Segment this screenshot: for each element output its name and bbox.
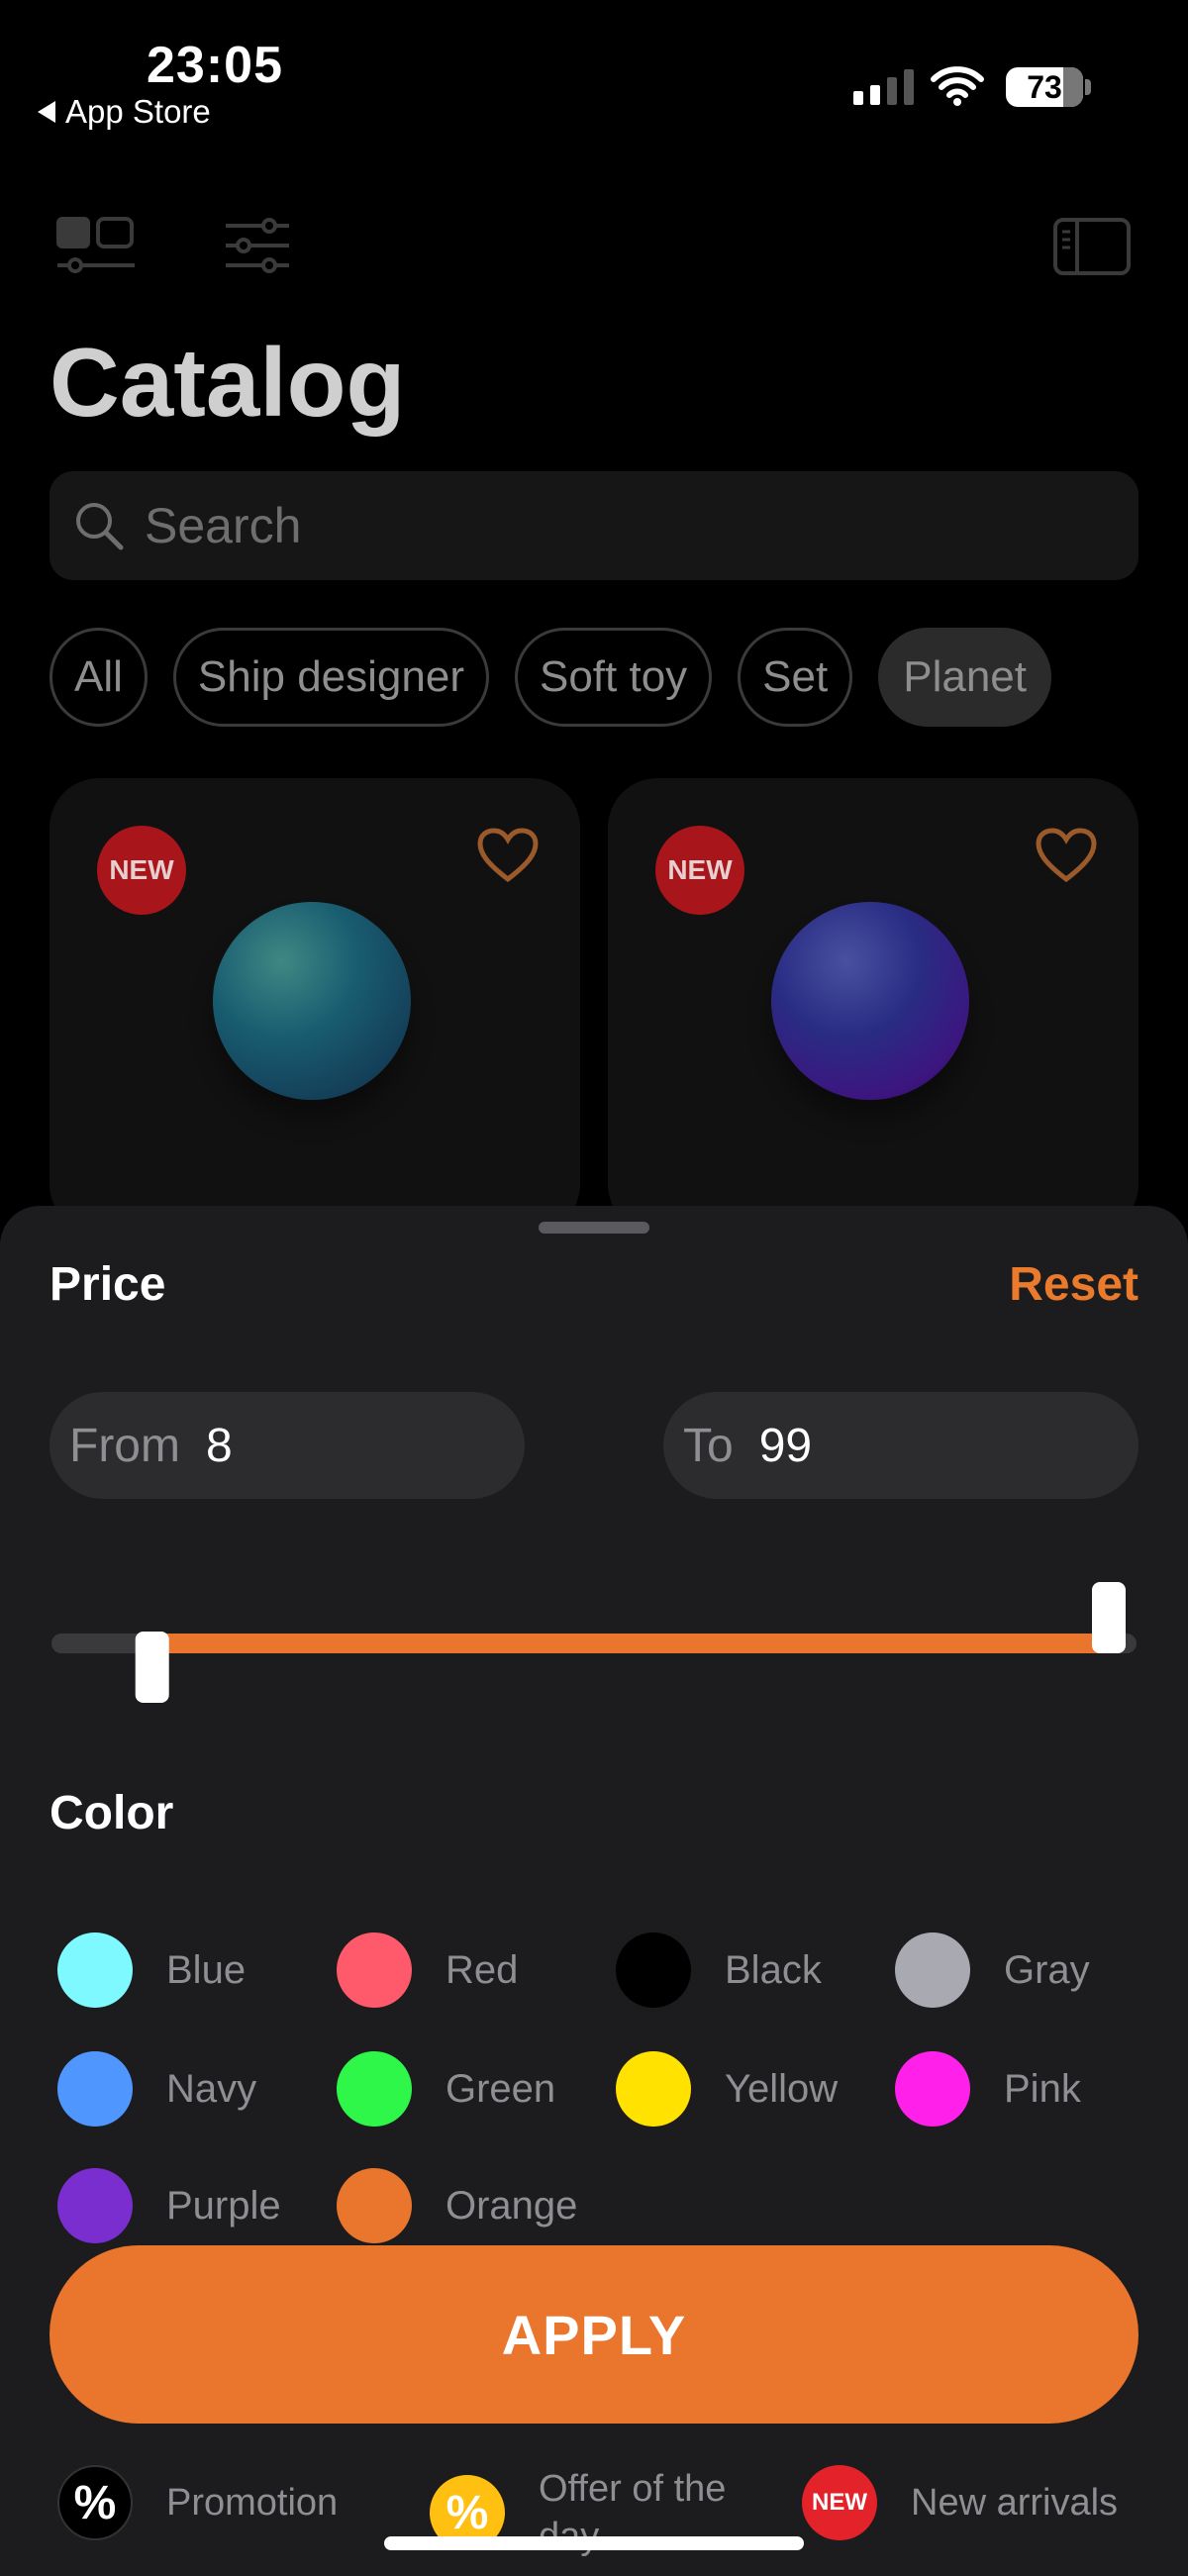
badge-option-new-arrivals[interactable]: NEW New arrivals <box>802 2465 1118 2540</box>
filter-sliders-icon[interactable] <box>224 218 291 273</box>
status-bar: 23:05 App Store 73 <box>0 0 1188 139</box>
color-option-pink[interactable]: Pink <box>895 2051 1081 2127</box>
color-title: Color <box>50 1787 174 1839</box>
badge-label: Promotion <box>166 2481 339 2524</box>
status-time: 23:05 <box>147 37 283 94</box>
color-swatch <box>337 2051 412 2127</box>
search-input[interactable]: Search <box>50 471 1138 580</box>
price-to-label: To <box>683 1419 734 1472</box>
sidebar-icon[interactable] <box>1053 218 1131 275</box>
battery-tip <box>1085 79 1091 95</box>
price-range-slider[interactable] <box>50 1574 1138 1713</box>
heart-icon[interactable] <box>477 828 539 883</box>
battery-level: 73 <box>1027 68 1062 105</box>
badge-label: New arrivals <box>911 2481 1119 2524</box>
color-swatch <box>337 2168 412 2243</box>
color-swatch <box>616 2051 691 2127</box>
price-from-label: From <box>69 1419 180 1472</box>
color-label: Blue <box>166 1947 247 1992</box>
new-icon: NEW <box>802 2465 877 2540</box>
color-swatch <box>57 2051 133 2127</box>
price-from-field[interactable]: From 8 <box>50 1392 525 1499</box>
color-option-gray[interactable]: Gray <box>895 1932 1090 2008</box>
chip-all[interactable]: All <box>50 628 148 727</box>
chip-ship-designer[interactable]: Ship designer <box>172 628 489 727</box>
color-option-purple[interactable]: Purple <box>57 2168 281 2243</box>
color-label: Navy <box>166 2066 257 2111</box>
color-swatch <box>57 1932 133 2008</box>
price-from-value: 8 <box>205 1419 233 1472</box>
color-option-orange[interactable]: Orange <box>337 2168 577 2243</box>
color-label: Green <box>446 2066 556 2111</box>
heart-icon[interactable] <box>1036 828 1097 883</box>
chip-soft-toy[interactable]: Soft toy <box>514 628 713 727</box>
badge-filters: % Promotion % Offer of the day NEW New a… <box>0 2465 1188 2576</box>
color-label: Red <box>446 1947 519 1992</box>
search-icon <box>76 503 124 550</box>
battery-icon: 73 <box>1006 67 1083 107</box>
color-option-navy[interactable]: Navy <box>57 2051 256 2127</box>
layout-toggle-icon[interactable] <box>55 216 137 275</box>
color-option-black[interactable]: Black <box>616 1932 822 2008</box>
color-label: Gray <box>1004 1947 1090 1992</box>
color-swatch <box>895 1932 970 2008</box>
search-placeholder: Search <box>145 498 302 553</box>
chip-planet[interactable]: Planet <box>878 628 1051 727</box>
product-image <box>213 902 411 1100</box>
signal-icon <box>853 69 914 105</box>
slider-high-thumb <box>1092 1582 1126 1653</box>
back-app-label: App Store <box>65 93 211 130</box>
color-swatch <box>616 1932 691 2008</box>
color-label: Purple <box>166 2183 281 2228</box>
slider-low-thumb <box>135 1632 169 1703</box>
new-badge: NEW <box>97 826 186 915</box>
page-title: Catalog <box>50 328 406 437</box>
color-option-green[interactable]: Green <box>337 2051 555 2127</box>
back-arrow-icon <box>38 101 55 123</box>
color-swatch <box>895 2051 970 2127</box>
reset-button[interactable]: Reset <box>1009 1257 1138 1312</box>
color-swatch <box>57 2168 133 2243</box>
home-indicator[interactable] <box>384 2536 804 2550</box>
badge-option-promotion[interactable]: % Promotion <box>57 2465 338 2540</box>
percent-icon: % <box>57 2465 133 2540</box>
sheet-grabber[interactable] <box>539 1222 649 1234</box>
color-option-red[interactable]: Red <box>337 1932 518 2008</box>
back-to-app-store[interactable]: App Store <box>38 93 211 131</box>
slider-range-fill <box>151 1634 1109 1653</box>
price-to-value: 99 <box>758 1419 813 1472</box>
product-image <box>771 902 969 1100</box>
category-chips: All Ship designer Soft toy Set Planet <box>50 628 1051 727</box>
color-swatch <box>337 1932 412 2008</box>
price-to-field[interactable]: To 99 <box>663 1392 1138 1499</box>
color-label: Black <box>725 1947 822 1992</box>
color-label: Pink <box>1004 2066 1081 2111</box>
color-label: Orange <box>446 2183 578 2228</box>
apply-button[interactable]: APPLY <box>50 2245 1138 2424</box>
color-option-yellow[interactable]: Yellow <box>616 2051 838 2127</box>
wifi-icon <box>931 66 984 106</box>
price-title: Price <box>50 1258 166 1311</box>
product-card[interactable]: NEW <box>50 778 580 1234</box>
product-card[interactable]: NEW <box>608 778 1138 1234</box>
color-option-blue[interactable]: Blue <box>57 1932 246 2008</box>
chip-set[interactable]: Set <box>738 628 853 727</box>
new-badge: NEW <box>655 826 744 915</box>
color-label: Yellow <box>725 2066 839 2111</box>
